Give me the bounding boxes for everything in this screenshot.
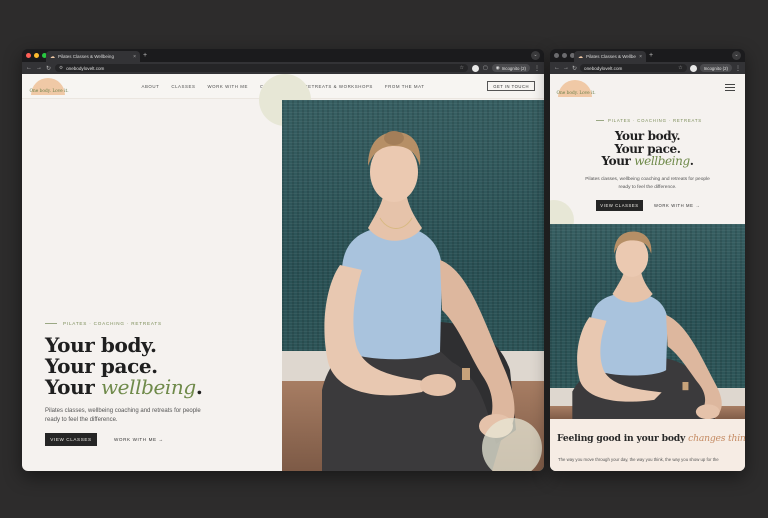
- browser-menu-icon[interactable]: ⋮: [534, 65, 540, 72]
- bookmark-star-icon[interactable]: ☆: [460, 65, 464, 71]
- view-classes-button[interactable]: VIEW CLASSES: [45, 433, 97, 446]
- tab-search-icon[interactable]: ⌄: [531, 51, 540, 60]
- headline-3-prefix: Your: [45, 375, 95, 399]
- mobile-feel-heading: Feeling good in your body changes things…: [557, 433, 745, 444]
- mobile-favicon-icon: ☁: [578, 53, 583, 60]
- decorative-circle-bottom: [482, 418, 542, 471]
- mobile-eyebrow-rule: [596, 120, 604, 121]
- hero-photo: [282, 100, 544, 471]
- address-toolbar: ← → ↻ ⚙ onebodylovelt.com ☆ ▢ ◉ Incognito…: [22, 62, 544, 74]
- mobile-hero-photo: [550, 224, 745, 420]
- mobile-forward-icon[interactable]: →: [563, 65, 569, 71]
- nav-from-the-mat[interactable]: From the mat: [385, 84, 425, 89]
- mobile-site-logo[interactable]: One body. Love it.: [556, 79, 596, 97]
- mobile-incognito-badge[interactable]: Incognito (2): [699, 64, 732, 72]
- mobile-browser-window: ☁ Pilates Classes & Wellbeing × + ⌄ ← → …: [550, 49, 745, 471]
- mobile-bookmark-star-icon[interactable]: ☆: [678, 65, 682, 71]
- hero-headline: Your body. Your pace. Your wellbeing.: [45, 333, 203, 399]
- mobile-subtitle: Pilates classes, wellbeing coaching and …: [550, 176, 745, 192]
- mobile-new-tab-button[interactable]: +: [649, 51, 653, 60]
- mobile-feel-accent: changes things.: [688, 433, 745, 444]
- mobile-tab-strip: ☁ Pilates Classes & Wellbeing × + ⌄: [550, 49, 745, 62]
- browser-tab[interactable]: ☁ Pilates Classes & Wellbeing ×: [46, 51, 140, 62]
- headline-3-suffix: .: [195, 375, 203, 399]
- mobile-work-with-me-link[interactable]: WORK WITH ME →: [654, 203, 700, 208]
- close-window-button[interactable]: [26, 53, 31, 58]
- nav-retreats-workshops[interactable]: Retreats & Workshops: [304, 84, 373, 89]
- new-tab-button[interactable]: +: [143, 51, 147, 60]
- mobile-back-icon[interactable]: ←: [554, 65, 560, 71]
- profile-avatar[interactable]: [472, 64, 480, 72]
- mobile-tab-close-icon[interactable]: ×: [639, 54, 642, 60]
- mobile-headline: Your body. Your pace. Your wellbeing.: [550, 130, 745, 168]
- mobile-minimize-window-button[interactable]: [562, 53, 567, 58]
- sub-line-1: Pilates classes, wellbeing coaching and …: [45, 408, 201, 414]
- reload-icon[interactable]: ↻: [46, 65, 51, 72]
- window-controls: [26, 53, 47, 58]
- hero-subtitle: Pilates classes, wellbeing coaching and …: [45, 407, 201, 425]
- desktop-page: One body. Love it. About Classes Work wi…: [22, 74, 544, 471]
- url-text: onebodylovelt.com: [66, 65, 105, 71]
- mobile-headline-3-prefix: Your: [601, 154, 631, 168]
- favicon-icon: ☁: [50, 53, 55, 60]
- site-info-icon[interactable]: ⚙: [59, 65, 63, 71]
- mobile-address-toolbar: ← → ↻ onebodylovelt.com ☆ Incognito (2) …: [550, 62, 745, 74]
- nav-about[interactable]: About: [141, 84, 159, 89]
- minimize-window-button[interactable]: [34, 53, 39, 58]
- mobile-url-text: onebodylovelt.com: [584, 65, 623, 71]
- mobile-site-header: One body. Love it.: [550, 74, 745, 101]
- hero-eyebrow: PILATES · COACHING · RETREATS: [45, 321, 162, 326]
- mobile-eyebrow: PILATES · COACHING · RETREATS: [596, 118, 702, 123]
- mobile-profile-avatar[interactable]: [689, 64, 697, 72]
- mobile-headline-line-3: Your wellbeing.: [550, 155, 745, 168]
- mobile-woman-silhouette: [572, 231, 722, 420]
- logo-text: One body. Love it.: [29, 89, 69, 94]
- forward-icon[interactable]: →: [36, 65, 42, 71]
- mobile-window-controls: [554, 53, 575, 58]
- tab-close-icon[interactable]: ×: [133, 54, 136, 60]
- get-in-touch-button[interactable]: GET IN TOUCH: [487, 81, 535, 91]
- back-icon[interactable]: ←: [26, 65, 32, 71]
- work-with-me-link[interactable]: WORK WITH ME →: [114, 437, 164, 442]
- mobile-reload-icon[interactable]: ↻: [572, 65, 577, 72]
- mobile-eyebrow-text: PILATES · COACHING · RETREATS: [608, 118, 702, 123]
- headline-line-1: Your body.: [45, 333, 157, 357]
- headline-accent: wellbeing: [100, 375, 196, 399]
- eyebrow-rule: [45, 323, 57, 324]
- headline-line-3: Your wellbeing.: [45, 375, 203, 399]
- mobile-tab-search-icon[interactable]: ⌄: [732, 51, 741, 60]
- hamburger-menu-icon[interactable]: [725, 84, 735, 91]
- mobile-headline-3-suffix: .: [689, 154, 694, 168]
- headline-line-2: Your pace.: [45, 354, 158, 378]
- mobile-view-classes-button[interactable]: VIEW CLASSES: [596, 200, 643, 211]
- woman-silhouette: [322, 131, 516, 471]
- incognito-label: Incognito (2): [501, 65, 526, 71]
- mobile-sub-line-2: ready to feel the difference.: [618, 185, 677, 190]
- sub-line-2: ready to feel the difference.: [45, 417, 118, 423]
- mobile-browser-tab[interactable]: ☁ Pilates Classes & Wellbeing ×: [574, 51, 646, 62]
- mobile-close-window-button[interactable]: [554, 53, 559, 58]
- tab-title: Pilates Classes & Wellbeing: [58, 54, 114, 59]
- mobile-headline-accent: wellbeing: [634, 154, 690, 168]
- mobile-page: One body. Love it. PILATES · COACHING · …: [550, 74, 745, 471]
- eyebrow-text: PILATES · COACHING · RETREATS: [63, 321, 162, 326]
- incognito-icon: ◉: [495, 65, 500, 70]
- mobile-sub-line-1: Pilates classes, wellbeing coaching and …: [585, 177, 710, 182]
- mobile-logo-text: One body. Love it.: [556, 91, 596, 96]
- mobile-incognito-label: Incognito (2): [703, 65, 728, 71]
- mobile-headline-line-1: Your body.: [614, 129, 681, 143]
- nav-work-with-me[interactable]: Work with me: [207, 84, 248, 89]
- desktop-browser-window: ☁ Pilates Classes & Wellbeing × + ⌄ ← → …: [22, 49, 544, 471]
- extensions-icon[interactable]: ▢: [483, 65, 488, 71]
- mobile-tab-title: Pilates Classes & Wellbeing: [586, 54, 636, 59]
- mobile-feel-section: Feeling good in your body changes things…: [550, 419, 745, 471]
- mobile-feel-paragraph: The way you move through your day, the w…: [558, 457, 719, 462]
- mobile-browser-menu-icon[interactable]: ⋮: [735, 65, 741, 72]
- incognito-badge[interactable]: ◉ Incognito (2): [491, 64, 530, 72]
- nav-classes[interactable]: Classes: [171, 84, 195, 89]
- mobile-feel-prefix: Feeling good in your body: [557, 433, 686, 444]
- mobile-address-bar[interactable]: onebodylovelt.com ☆: [580, 64, 687, 72]
- address-bar[interactable]: ⚙ onebodylovelt.com ☆: [55, 64, 469, 72]
- tab-strip: ☁ Pilates Classes & Wellbeing × + ⌄: [22, 49, 544, 62]
